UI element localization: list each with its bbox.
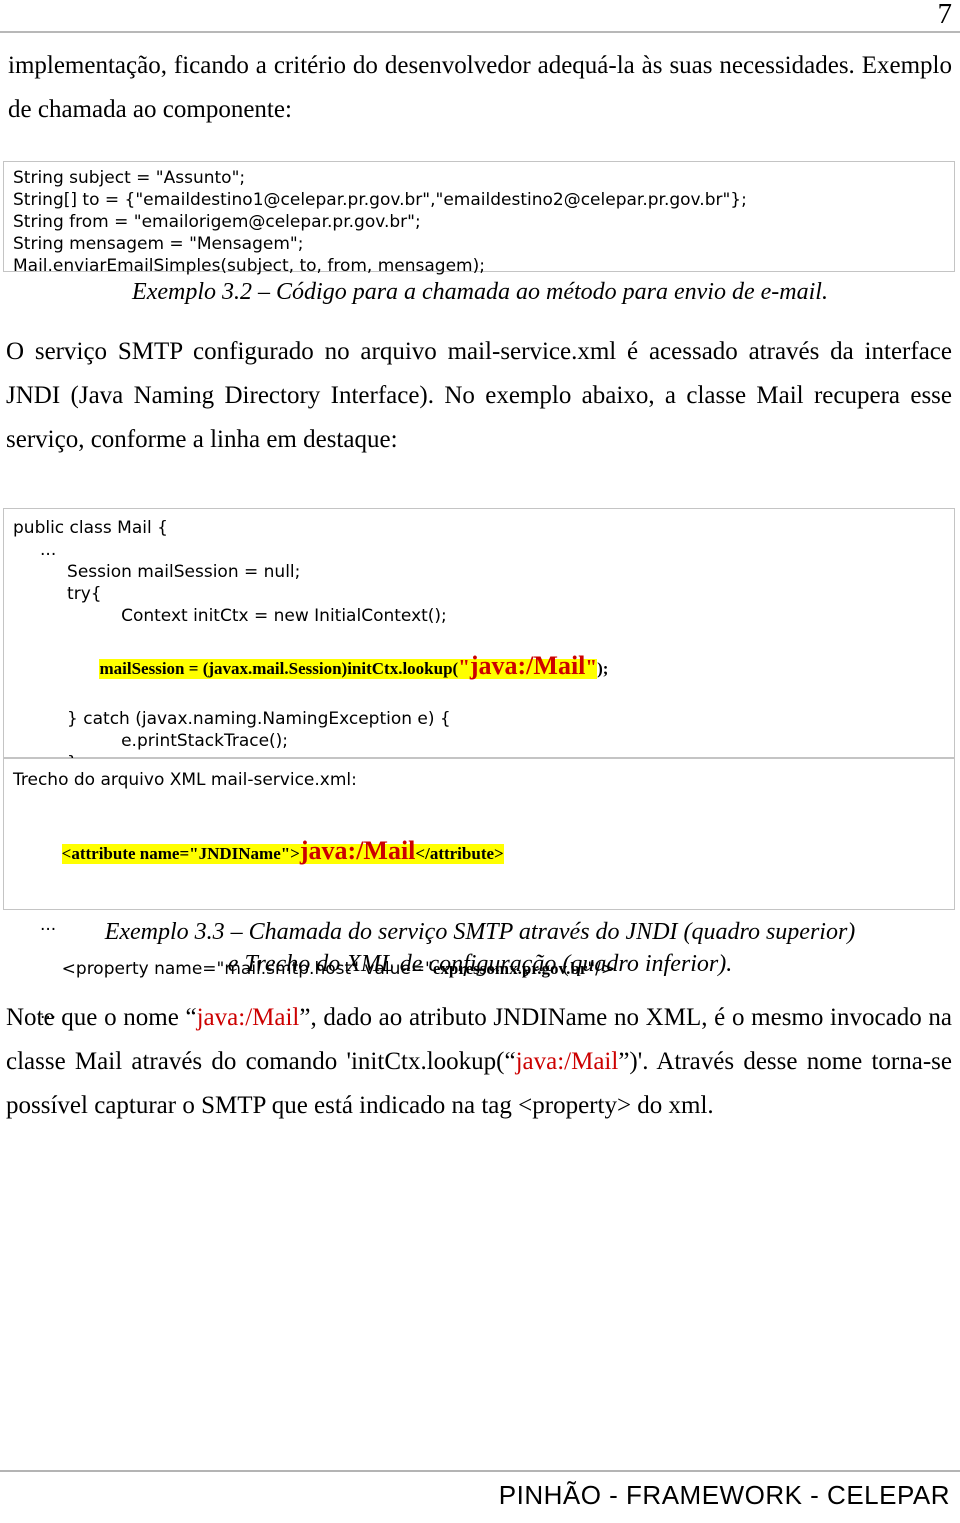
code-line: } catch (javax.naming.NamingException e)… (13, 709, 451, 729)
code-line: String from = "emailorigem@celepar.pr.go… (13, 212, 421, 232)
code-block-xml-snippet: Trecho do arquivo XML mail-service.xml: … (3, 758, 955, 1023)
jndi-name-inline: java:/Mail (515, 1048, 619, 1075)
xml-attribute-line-highlighted: <attribute name="JNDIName">java:/Mail</a… (13, 791, 954, 914)
code-line: public class Mail { (13, 518, 168, 538)
code-line-highlighted: mailSession = (javax.mail.Session)initCt… (13, 627, 954, 708)
code-line: Session mailSession = null; (13, 562, 301, 582)
jndi-name-highlight: java:/Mail (299, 836, 416, 865)
code-line: String subject = "Assunto"; (13, 168, 246, 188)
page-number: 7 (937, 0, 953, 30)
note-text-part-1: Note que o nome “ (6, 1004, 197, 1031)
attribute-close-tag: </attribute> (415, 844, 504, 863)
code-line: try{ (13, 584, 102, 604)
caption-line-1: Exemplo 3.3 – Chamada do serviço SMTP at… (104, 919, 856, 945)
footer-divider (0, 1470, 960, 1472)
code-block-email-example: String subject = "Assunto"; String[] to … (3, 161, 955, 276)
code-line: String[] to = {"emaildestino1@celepar.pr… (13, 190, 747, 210)
lookup-statement-tail: ); (597, 659, 609, 678)
code-line: String mensagem = "Mensagem"; (13, 234, 304, 254)
caption-exemplo-3-3: Exemplo 3.3 – Chamada do serviço SMTP at… (0, 916, 960, 980)
footer-text: PINHÃO - FRAMEWORK - CELEPAR (498, 1480, 950, 1510)
jndi-name-highlight: java:/Mail (469, 651, 586, 680)
jndi-name-inline: java:/Mail (196, 1004, 300, 1031)
code-block-mail-class: public class Mail { ... Session mailSess… (3, 508, 955, 817)
page-header: 7 (0, 0, 960, 40)
open-quote: " (458, 655, 470, 679)
attribute-open-tag: <attribute name="JNDIName"> (61, 844, 300, 863)
header-divider (0, 31, 960, 33)
caption-exemplo-3-2: Exemplo 3.2 – Código para a chamada ao m… (132, 279, 828, 305)
xml-block-heading: Trecho do arquivo XML mail-service.xml: (13, 770, 357, 790)
smtp-paragraph: O serviço SMTP configurado no arquivo ma… (6, 338, 952, 453)
code-line: Mail.enviarEmailSimples(subject, to, fro… (13, 256, 485, 276)
caption-line-2: e Trecho do XML de configuração (quadro … (227, 951, 733, 977)
code-line: e.printStackTrace(); (13, 731, 289, 751)
close-quote: " (585, 655, 598, 679)
note-paragraph: Note que o nome “java:/Mail”, dado ao at… (6, 996, 952, 1128)
code-line: ... (13, 540, 57, 560)
intro-paragraph: implementação, ficando a critério do des… (8, 52, 952, 123)
code-line: Context initCtx = new InitialContext(); (13, 606, 447, 626)
lookup-statement-text: mailSession = (javax.mail.Session)initCt… (99, 659, 459, 678)
